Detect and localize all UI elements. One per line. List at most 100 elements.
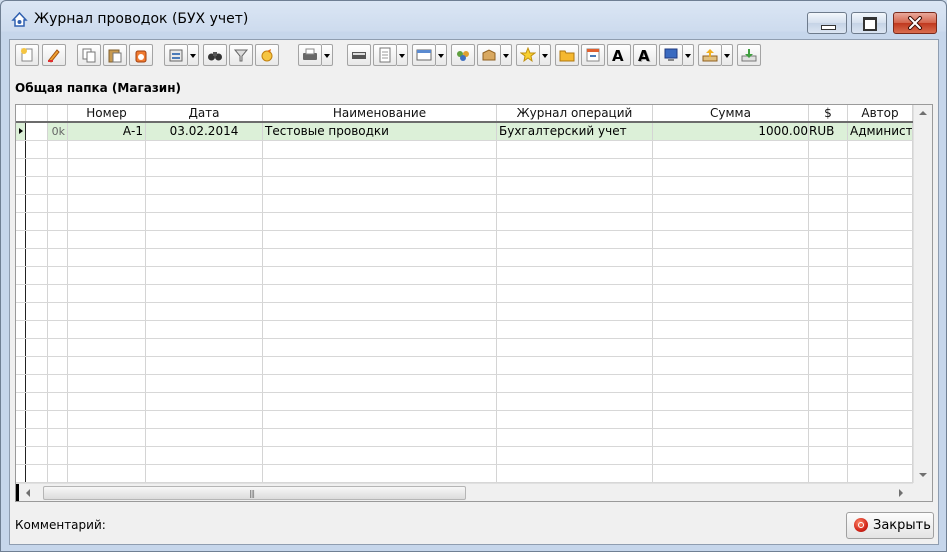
column-header-number[interactable]: Номер (68, 105, 146, 121)
empty-cell[interactable] (848, 177, 913, 194)
empty-cell[interactable] (48, 357, 68, 374)
empty-cell[interactable] (497, 465, 653, 482)
layout-button[interactable] (581, 44, 605, 66)
minimize-button[interactable] (807, 12, 847, 34)
empty-cell[interactable] (263, 177, 497, 194)
empty-cell[interactable] (26, 213, 48, 230)
empty-cell[interactable] (146, 465, 263, 482)
row-flag-cell[interactable] (26, 123, 48, 140)
empty-cell[interactable] (146, 321, 263, 338)
box-button[interactable] (477, 44, 501, 66)
empty-cell[interactable] (68, 159, 146, 176)
empty-cell[interactable] (48, 159, 68, 176)
empty-cell[interactable] (848, 465, 913, 482)
empty-cell[interactable] (263, 213, 497, 230)
empty-cell[interactable] (263, 285, 497, 302)
empty-cell[interactable] (48, 213, 68, 230)
view-button[interactable] (412, 44, 436, 66)
users-button[interactable] (451, 44, 475, 66)
empty-cell[interactable] (653, 393, 809, 410)
empty-cell[interactable] (68, 141, 146, 158)
status-column-header[interactable] (48, 105, 68, 121)
empty-cell[interactable] (809, 393, 848, 410)
empty-cell[interactable] (653, 303, 809, 320)
empty-cell[interactable] (497, 411, 653, 428)
empty-cell[interactable] (497, 429, 653, 446)
empty-cell[interactable] (653, 447, 809, 464)
box-dropdown[interactable] (501, 44, 512, 66)
empty-cell[interactable] (26, 303, 48, 320)
empty-cell[interactable] (68, 195, 146, 212)
empty-cell[interactable] (146, 195, 263, 212)
empty-cell[interactable] (146, 339, 263, 356)
empty-cell[interactable] (848, 213, 913, 230)
empty-cell[interactable] (809, 339, 848, 356)
empty-cell[interactable] (48, 429, 68, 446)
empty-table-row[interactable] (16, 429, 913, 447)
empty-cell[interactable] (809, 303, 848, 320)
empty-cell[interactable] (653, 141, 809, 158)
empty-cell[interactable] (263, 357, 497, 374)
title-bar[interactable]: Журнал проводок (БУХ учет) (1, 1, 946, 35)
empty-table-row[interactable] (16, 267, 913, 285)
empty-cell[interactable] (26, 375, 48, 392)
empty-cell[interactable] (48, 375, 68, 392)
empty-table-row[interactable] (16, 141, 913, 159)
empty-cell[interactable] (809, 357, 848, 374)
empty-cell[interactable] (68, 231, 146, 248)
empty-cell[interactable] (809, 159, 848, 176)
empty-cell[interactable] (48, 339, 68, 356)
export-button[interactable] (698, 44, 722, 66)
close-button[interactable]: Закрыть (846, 512, 934, 539)
empty-cell[interactable] (146, 375, 263, 392)
empty-table-row[interactable] (16, 321, 913, 339)
delete-button[interactable] (129, 44, 153, 66)
empty-cell[interactable] (497, 321, 653, 338)
empty-table-row[interactable] (16, 249, 913, 267)
empty-cell[interactable] (653, 429, 809, 446)
empty-cell[interactable] (848, 141, 913, 158)
empty-cell[interactable] (809, 447, 848, 464)
search-button[interactable] (203, 44, 227, 66)
empty-cell[interactable] (26, 285, 48, 302)
empty-cell[interactable] (146, 231, 263, 248)
empty-cell[interactable] (146, 429, 263, 446)
empty-cell[interactable] (68, 339, 146, 356)
empty-cell[interactable] (263, 231, 497, 248)
empty-table-row[interactable] (16, 159, 913, 177)
scan-button[interactable] (347, 44, 371, 66)
empty-table-row[interactable] (16, 177, 913, 195)
empty-cell[interactable] (68, 429, 146, 446)
empty-cell[interactable] (653, 465, 809, 482)
empty-cell[interactable] (497, 357, 653, 374)
empty-cell[interactable] (653, 411, 809, 428)
page-button[interactable] (373, 44, 397, 66)
empty-cell[interactable] (26, 321, 48, 338)
folder-button[interactable] (555, 44, 579, 66)
empty-cell[interactable] (26, 177, 48, 194)
empty-cell[interactable] (653, 177, 809, 194)
empty-cell[interactable] (497, 303, 653, 320)
empty-table-row[interactable] (16, 231, 913, 249)
empty-table-row[interactable] (16, 213, 913, 231)
empty-cell[interactable] (68, 213, 146, 230)
journal-grid[interactable]: Номер Дата Наименование Журнал операций … (15, 104, 933, 502)
empty-cell[interactable] (263, 303, 497, 320)
font-style-button[interactable]: AA (633, 44, 657, 66)
row-sum-cell[interactable]: 1000.00 (653, 123, 809, 140)
empty-cell[interactable] (146, 285, 263, 302)
empty-cell[interactable] (809, 465, 848, 482)
empty-cell[interactable] (68, 303, 146, 320)
empty-table-row[interactable] (16, 447, 913, 465)
empty-cell[interactable] (653, 213, 809, 230)
empty-cell[interactable] (497, 231, 653, 248)
empty-cell[interactable] (26, 267, 48, 284)
font-bold-button[interactable]: A (607, 44, 631, 66)
empty-cell[interactable] (653, 249, 809, 266)
empty-table-row[interactable] (16, 339, 913, 357)
empty-cell[interactable] (48, 393, 68, 410)
empty-cell[interactable] (497, 195, 653, 212)
empty-cell[interactable] (146, 267, 263, 284)
scroll-right-icon[interactable] (899, 489, 903, 497)
column-header-currency[interactable]: $ (809, 105, 848, 121)
